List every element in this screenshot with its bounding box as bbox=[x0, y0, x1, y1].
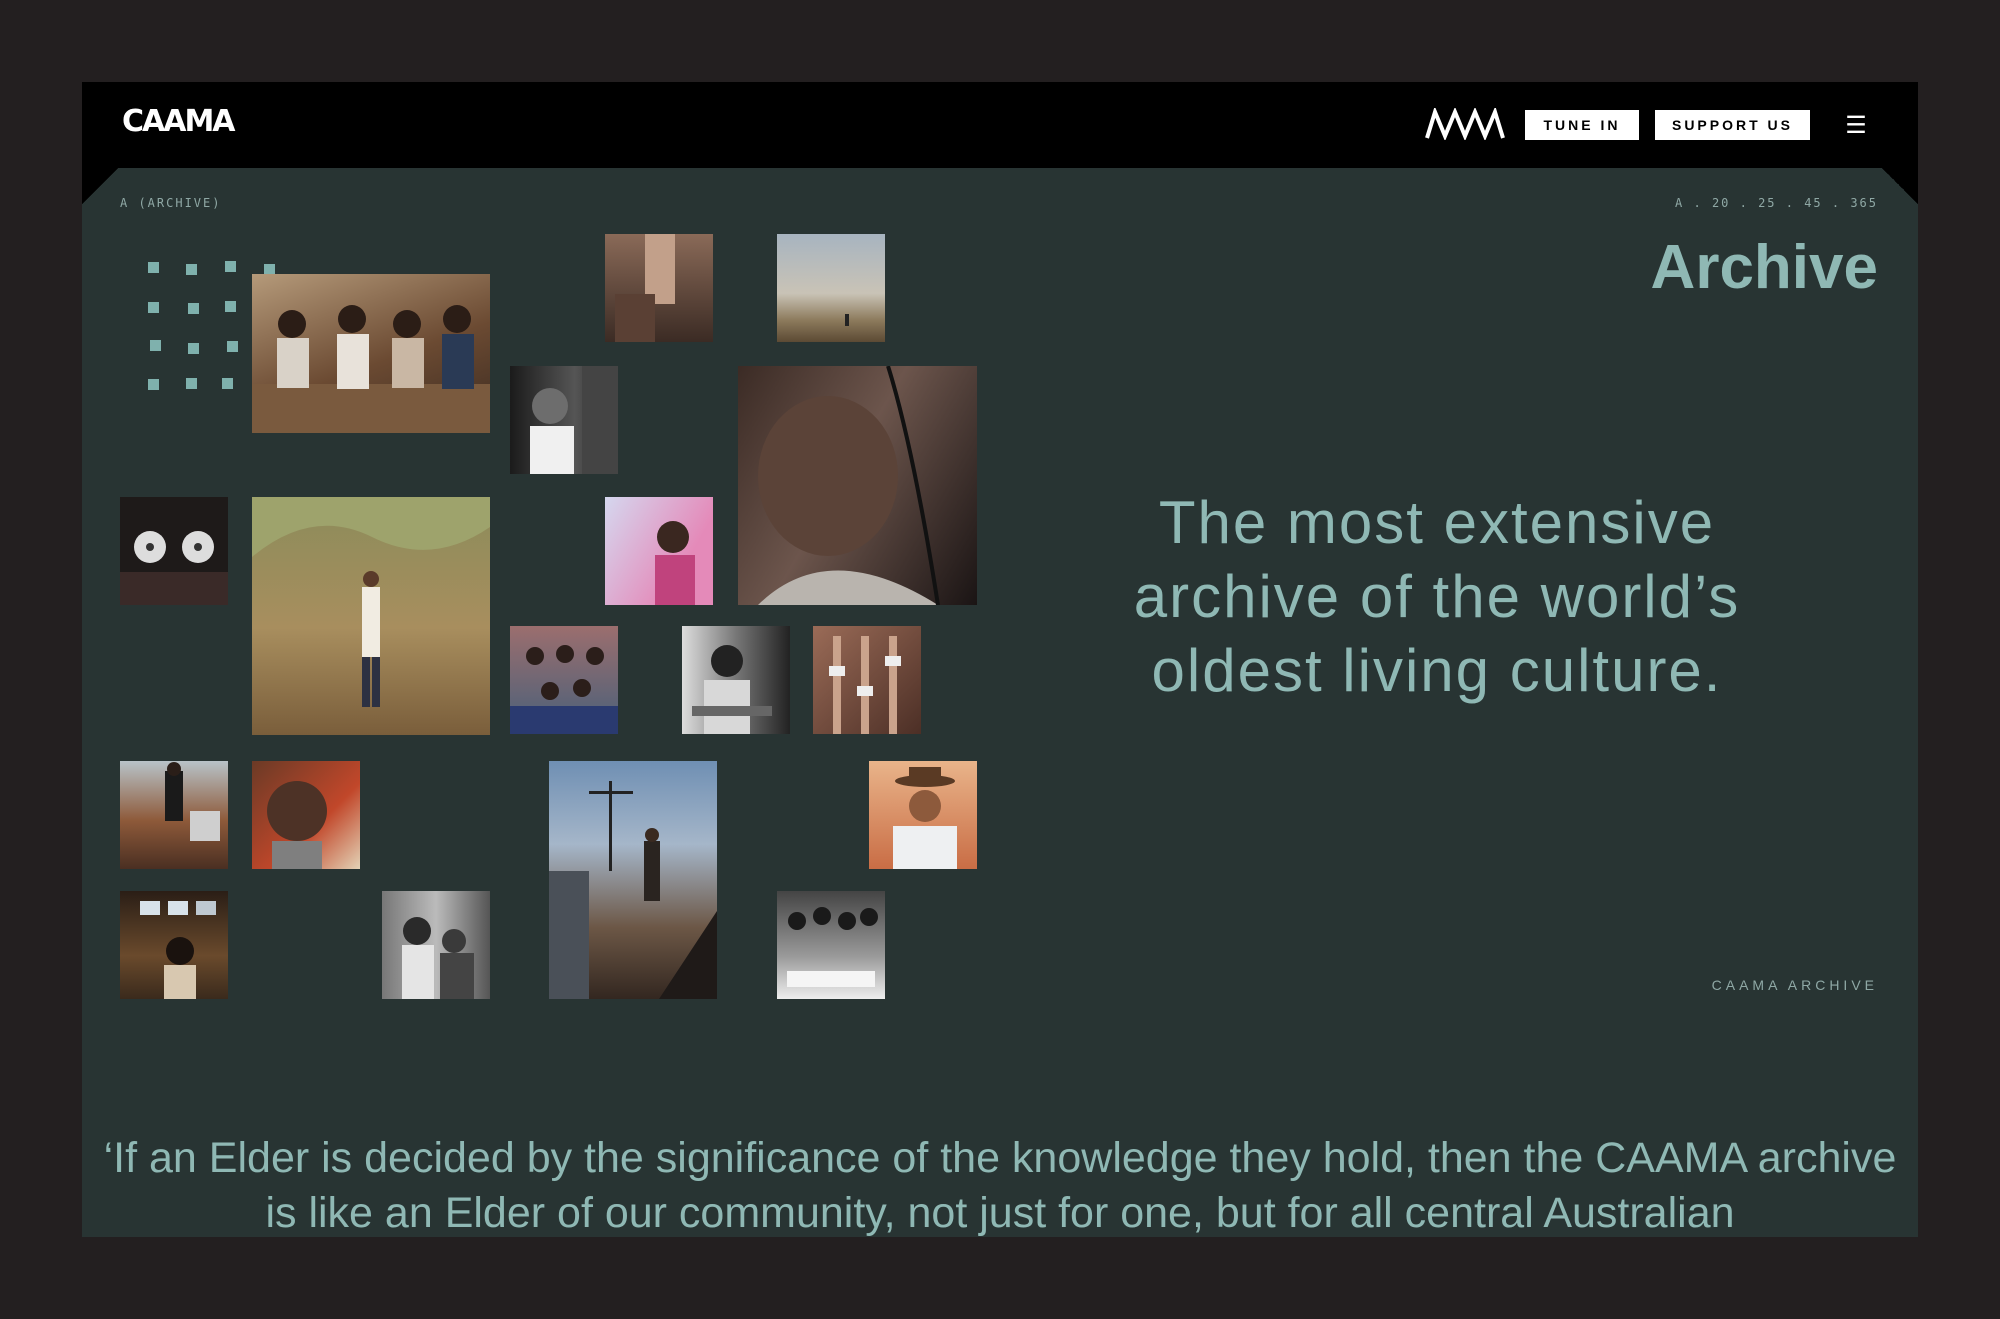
archive-photo[interactable] bbox=[738, 366, 977, 605]
archive-photo[interactable] bbox=[813, 626, 921, 734]
archive-photo[interactable] bbox=[777, 234, 885, 342]
dot bbox=[148, 379, 159, 390]
dot bbox=[150, 340, 161, 351]
dot bbox=[148, 262, 159, 273]
dot bbox=[225, 301, 236, 312]
archive-photo[interactable] bbox=[605, 234, 713, 342]
caama-wave-icon[interactable] bbox=[1425, 108, 1505, 140]
archive-tagline: The most extensive archive of the world’… bbox=[1133, 489, 1741, 704]
archive-photo[interactable] bbox=[120, 761, 228, 869]
breadcrumb: A (ARCHIVE) bbox=[120, 196, 222, 210]
page-frame: CAAMA TUNE IN SUPPORT US ☰ A (ARCHIVE) A… bbox=[82, 82, 1918, 1237]
archive-photo[interactable] bbox=[549, 761, 717, 999]
archive-photo[interactable] bbox=[605, 497, 713, 605]
archive-photo[interactable] bbox=[252, 761, 360, 869]
archive-label: CAAMA ARCHIVE bbox=[1711, 977, 1878, 993]
archive-photo[interactable] bbox=[510, 626, 618, 734]
dot bbox=[188, 343, 199, 354]
archive-photo[interactable] bbox=[869, 761, 977, 869]
archive-photo[interactable] bbox=[682, 626, 790, 734]
dot bbox=[222, 378, 233, 389]
hamburger-icon[interactable]: ☰ bbox=[1842, 112, 1870, 139]
site-header: CAAMA TUNE IN SUPPORT US ☰ bbox=[82, 82, 1918, 168]
tune-in-button[interactable]: TUNE IN bbox=[1525, 110, 1639, 140]
dot bbox=[225, 261, 236, 272]
dot bbox=[188, 303, 199, 314]
archive-photo[interactable] bbox=[120, 497, 228, 605]
header-corner-right bbox=[1882, 168, 1918, 204]
caama-logo[interactable]: CAAMA bbox=[122, 104, 236, 139]
page-title: Archive bbox=[1650, 233, 1878, 302]
dot bbox=[148, 302, 159, 313]
archive-photo[interactable] bbox=[777, 891, 885, 999]
archive-photo[interactable] bbox=[120, 891, 228, 999]
dot bbox=[227, 341, 238, 352]
dot bbox=[186, 264, 197, 275]
elder-quote: ‘If an Elder is decided by the significa… bbox=[103, 1134, 1897, 1237]
archive-code: A . 20 . 25 . 45 . 365 bbox=[1675, 196, 1878, 210]
archive-photo[interactable] bbox=[510, 366, 618, 474]
dot bbox=[186, 378, 197, 389]
archive-photo[interactable] bbox=[382, 891, 490, 999]
support-us-button[interactable]: SUPPORT US bbox=[1655, 110, 1810, 140]
archive-photo[interactable] bbox=[252, 274, 490, 433]
header-corner-left bbox=[82, 168, 118, 204]
archive-photo[interactable] bbox=[252, 497, 490, 735]
